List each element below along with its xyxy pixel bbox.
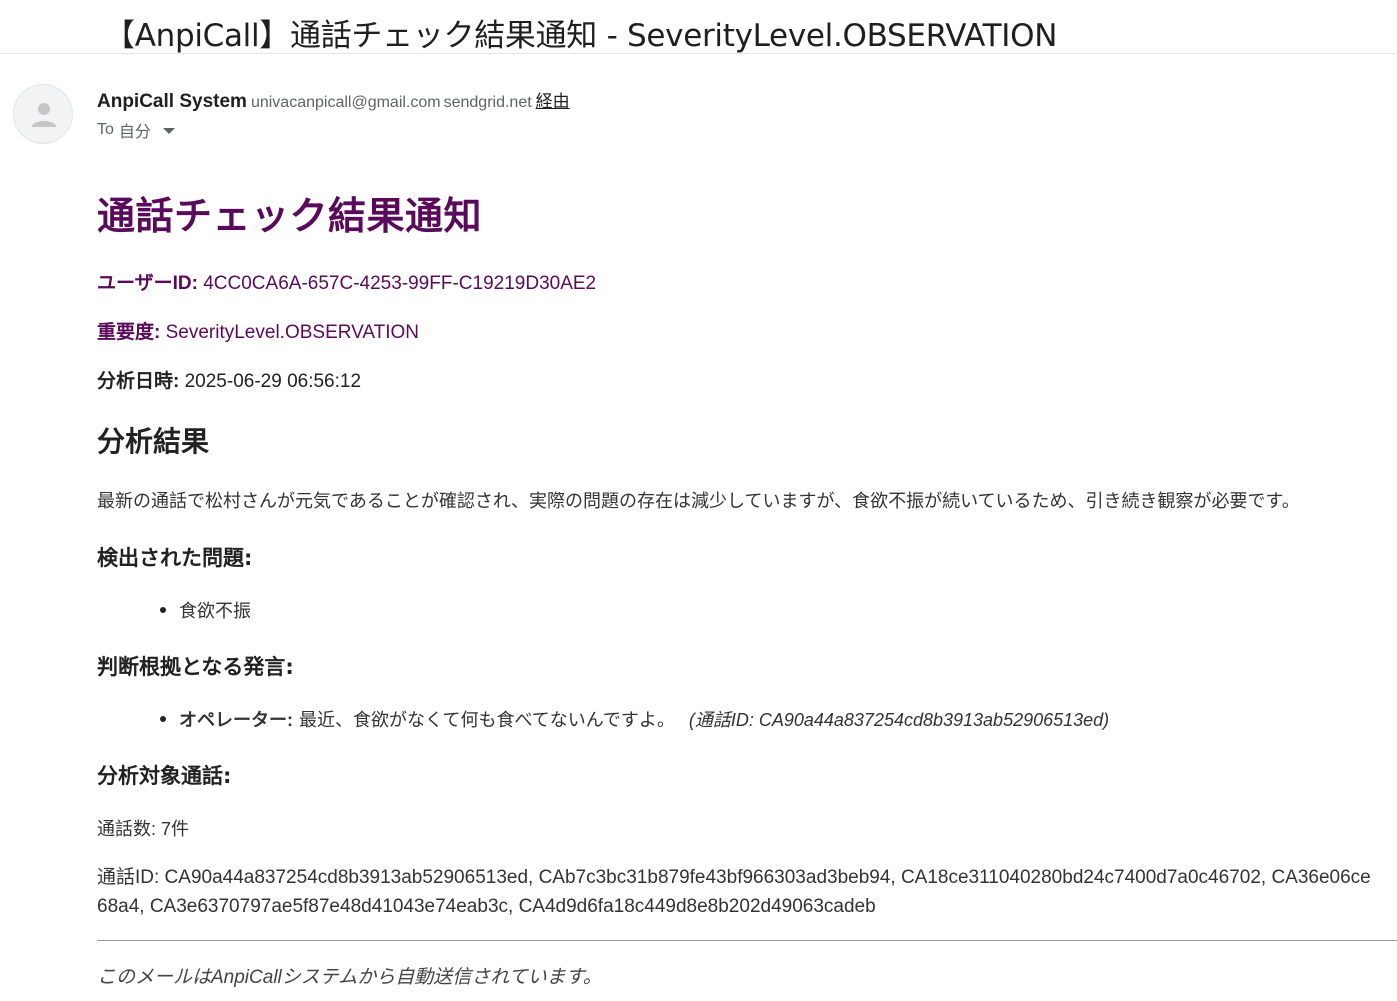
sender-email: univacanpicall@gmail.com: [250, 94, 441, 111]
content-title: 通話チェック結果通知: [97, 194, 483, 238]
severity-field: 重要度: SeverityLevel.OBSERVATION: [97, 317, 419, 344]
detected-issue: 食欲不振: [179, 601, 251, 621]
sender-line: AnpiCall System univacanpicall@gmail.com s…: [97, 87, 570, 113]
via-link[interactable]: 経由: [536, 92, 570, 111]
subject-bar: 【AnpiCall】通話チェック結果通知 - SeverityLevel.OBS…: [0, 0, 1397, 54]
analysis-time-label: 分析日時:: [97, 371, 180, 392]
call-count: 通話数: 7件: [97, 819, 190, 839]
user-id-field: ユーザーID: 4CC0CA6A-657C-4253-99FF-C19219D3…: [97, 268, 596, 295]
detected-heading: 検出された問題:: [97, 546, 253, 570]
analysis-text: 最新の通話で松村さんが元気であることが確認され、実際の問題の存在は減少しています…: [97, 491, 1300, 511]
evidence-speaker: オペレーター:: [179, 710, 293, 730]
email-subject: 【AnpiCall】通話チェック結果通知 - SeverityLevel.OBS…: [104, 18, 1058, 54]
bullet-dot: [160, 607, 166, 613]
footer-note: このメールはAnpiCallシステムから自動送信されています。: [97, 967, 602, 988]
recipient-details-toggle[interactable]: To 自分: [97, 118, 175, 142]
to-recipient: 自分: [118, 124, 151, 141]
bullet-dot: [160, 716, 166, 722]
sender-avatar[interactable]: [13, 84, 73, 144]
divider: [97, 940, 1397, 941]
list-item: オペレーター: 最近、食欲がなくて何も食べてないんですよ。 (通話ID: CA9…: [160, 706, 1109, 732]
user-id-label: ユーザーID:: [97, 273, 198, 294]
evidence-heading: 判断根拠となる発言:: [97, 655, 294, 679]
to-prefix: To: [97, 121, 114, 138]
analysis-time-value: 2025-06-29 06:56:12: [184, 371, 362, 392]
person-icon: [32, 103, 56, 127]
sender-name[interactable]: AnpiCall System: [97, 91, 247, 112]
list-item: 食欲不振: [160, 597, 251, 623]
sender-via-domain: sendgrid.net: [443, 94, 532, 111]
chevron-down-icon[interactable]: [162, 128, 175, 134]
analysis-heading: 分析結果: [97, 425, 210, 458]
severity-value: SeverityLevel.OBSERVATION: [165, 322, 420, 343]
evidence-call-ref: (通話ID: CA90a44a837254cd8b3913ab52906513e…: [688, 710, 1110, 730]
call-ids: 通話ID: CA90a44a837254cd8b3913ab52906513ed…: [97, 867, 1371, 917]
calls-heading: 分析対象通話:: [97, 764, 232, 788]
evidence-quote: 最近、食欲がなくて何も食べてないんですよ。: [299, 710, 675, 730]
severity-label: 重要度:: [97, 322, 161, 343]
analysis-time-field: 分析日時: 2025-06-29 06:56:12: [97, 366, 361, 393]
user-id-value: 4CC0CA6A-657C-4253-99FF-C19219D30AE2: [203, 273, 597, 294]
